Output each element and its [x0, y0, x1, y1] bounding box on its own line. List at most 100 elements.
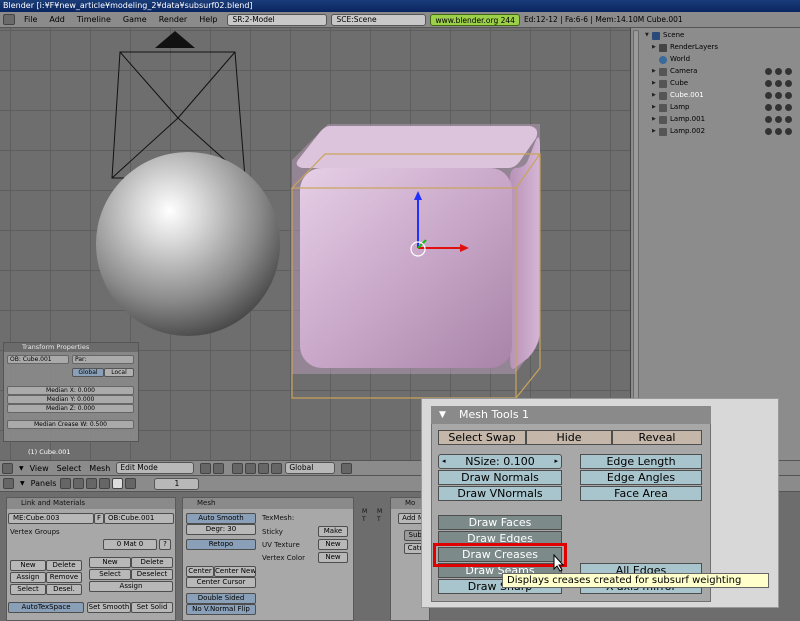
render-icon[interactable]: [785, 80, 792, 87]
translate-icon[interactable]: [245, 462, 257, 474]
vgroup-remove-button[interactable]: Remove: [46, 572, 82, 583]
cursor-icon[interactable]: [775, 116, 782, 123]
expand-icon[interactable]: ▶: [652, 42, 659, 53]
object-icon[interactable]: [99, 478, 111, 489]
material-new-button[interactable]: New: [89, 557, 131, 568]
3d-viewport[interactable]: Transform Properties OB: Cube.001 Par: G…: [0, 28, 630, 460]
menu-help[interactable]: Help: [193, 15, 223, 24]
visibility-toggles[interactable]: [765, 114, 798, 125]
vgroup-new-button[interactable]: New: [10, 560, 46, 571]
sticky-make-button[interactable]: Make: [318, 526, 348, 537]
outliner-item-renderlayers[interactable]: ▶ RenderLayers: [652, 42, 718, 53]
frame-field[interactable]: 1: [154, 477, 200, 490]
material-select-button[interactable]: Select: [89, 569, 131, 580]
proportional-icon[interactable]: [341, 462, 353, 474]
editing-icon[interactable]: [112, 478, 124, 489]
hide-button[interactable]: Hide: [526, 430, 612, 445]
cursor-icon[interactable]: [775, 80, 782, 87]
eye-icon[interactable]: [765, 92, 772, 99]
visibility-toggles[interactable]: [765, 90, 798, 101]
outliner-item-cube[interactable]: ▶ Cube: [652, 78, 688, 89]
cursor-icon[interactable]: [775, 92, 782, 99]
draw-vnormals-toggle[interactable]: Draw VNormals: [438, 486, 562, 501]
window-type-icon[interactable]: [3, 14, 15, 25]
median-crease-field[interactable]: Median Crease W: 0.500: [7, 420, 134, 429]
sphere-object[interactable]: [96, 152, 280, 336]
parent-field[interactable]: Par:: [72, 355, 134, 364]
panels-menu[interactable]: Panels: [31, 479, 57, 488]
autotexspace-toggle[interactable]: AutoTexSpace: [8, 602, 84, 613]
fake-user-button[interactable]: F: [94, 513, 104, 524]
retopo-toggle[interactable]: Retopo: [186, 539, 256, 550]
set-solid-button[interactable]: Set Solid: [131, 602, 173, 613]
screen-selector[interactable]: SR:2-Model: [227, 13, 328, 26]
cursor-icon[interactable]: [775, 104, 782, 111]
draw-normals-toggle[interactable]: Draw Normals: [438, 470, 562, 485]
collapse-arrow-icon[interactable]: ▼: [20, 480, 25, 487]
eye-icon[interactable]: [765, 116, 772, 123]
blender-url-badge[interactable]: www.blender.org 244: [430, 13, 520, 26]
side-tab-label[interactable]: M: [362, 508, 367, 516]
expand-icon[interactable]: ▶: [652, 66, 659, 77]
double-sided-toggle[interactable]: Double Sided: [186, 593, 256, 604]
scene-icon[interactable]: [125, 478, 137, 489]
menu-timeline[interactable]: Timeline: [71, 15, 117, 24]
reveal-button[interactable]: Reveal: [612, 430, 702, 445]
center-button[interactable]: Center: [186, 566, 214, 577]
collapse-triangle-icon[interactable]: ▼: [439, 406, 446, 424]
cursor-icon[interactable]: [775, 128, 782, 135]
expand-icon[interactable]: ▶: [652, 126, 659, 137]
draw-type-icon[interactable]: [200, 462, 212, 474]
render-icon[interactable]: [785, 116, 792, 123]
eye-icon[interactable]: [765, 104, 772, 111]
visibility-toggles[interactable]: [765, 66, 798, 77]
outliner-item-lamp[interactable]: ▶ Lamp: [652, 102, 689, 113]
edge-angles-toggle[interactable]: Edge Angles: [580, 470, 702, 485]
increment-arrow-icon[interactable]: ▸: [554, 455, 558, 468]
shading-icon[interactable]: [86, 478, 98, 489]
center-cursor-button[interactable]: Center Cursor: [186, 577, 256, 588]
editor-type-icon[interactable]: [2, 462, 13, 474]
subsurf-cube-object[interactable]: [291, 124, 541, 399]
decrement-arrow-icon[interactable]: ◂: [442, 455, 446, 468]
mode-selector[interactable]: Edit Mode: [116, 462, 195, 474]
scale-icon[interactable]: [271, 462, 283, 474]
material-delete-button[interactable]: Delete: [131, 557, 173, 568]
visibility-toggles[interactable]: [765, 78, 798, 89]
median-y-field[interactable]: Median Y: 0.000: [7, 395, 134, 404]
eye-icon[interactable]: [765, 68, 772, 75]
scene-selector[interactable]: SCE:Scene: [331, 13, 427, 26]
cursor-icon[interactable]: [775, 68, 782, 75]
eye-icon[interactable]: [765, 128, 772, 135]
mesh-name-field[interactable]: ME:Cube.003: [8, 513, 94, 524]
visibility-toggles[interactable]: [765, 102, 798, 113]
collapse-arrow-icon[interactable]: ▼: [19, 465, 24, 472]
eye-icon[interactable]: [765, 80, 772, 87]
expand-icon[interactable]: ▶: [652, 90, 659, 101]
side-tab-label[interactable]: T: [377, 516, 381, 523]
material-deselect-button[interactable]: Deselect: [131, 569, 173, 580]
global-toggle[interactable]: Global: [72, 368, 104, 377]
menu-game[interactable]: Game: [117, 15, 153, 24]
edge-length-toggle[interactable]: Edge Length: [580, 454, 702, 469]
render-icon[interactable]: [785, 128, 792, 135]
median-x-field[interactable]: Median X: 0.000: [7, 386, 134, 395]
expand-icon[interactable]: ▼: [645, 30, 652, 41]
outliner-item-camera[interactable]: ▶ Camera: [652, 66, 697, 77]
median-z-field[interactable]: Median Z: 0.000: [7, 404, 134, 413]
outliner-item-lamp-002[interactable]: ▶ Lamp.002: [652, 126, 705, 137]
logic-icon[interactable]: [60, 478, 72, 489]
draw-faces-toggle[interactable]: Draw Faces: [438, 515, 562, 530]
expand-icon[interactable]: ▶: [652, 102, 659, 113]
vgroup-assign-button[interactable]: Assign: [10, 572, 46, 583]
material-index-field[interactable]: 0 Mat 0: [103, 539, 157, 550]
object-name-field[interactable]: OB:Cube.001: [104, 513, 174, 524]
local-toggle[interactable]: Local: [104, 368, 134, 377]
menu-file[interactable]: File: [18, 15, 43, 24]
menu-mesh[interactable]: Mesh: [89, 464, 110, 473]
orientation-selector[interactable]: Global: [285, 462, 336, 474]
no-vnormal-flip-toggle[interactable]: No V.Normal Flip: [186, 604, 256, 615]
material-help-button[interactable]: ?: [159, 539, 171, 550]
pivot-icon[interactable]: [213, 462, 225, 474]
set-smooth-button[interactable]: Set Smooth: [87, 602, 131, 613]
